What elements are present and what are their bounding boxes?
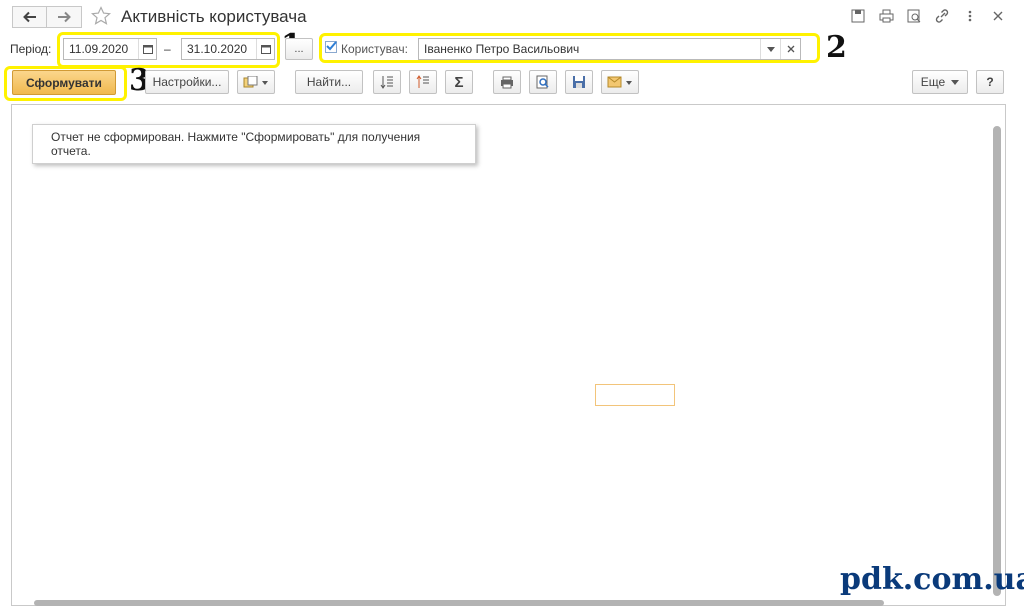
help-button[interactable]: ? (976, 70, 1004, 94)
collapse-groups-button[interactable] (409, 70, 437, 94)
sort-down-icon (380, 76, 393, 89)
user-label: Користувач: (341, 42, 408, 56)
report-status-message: Отчет не сформирован. Нажмите "Сформиров… (32, 124, 476, 164)
chevron-down-icon (951, 79, 960, 85)
print-button[interactable] (493, 70, 521, 94)
report-area[interactable] (11, 104, 1006, 606)
close-icon[interactable] (990, 8, 1006, 24)
link-icon[interactable] (934, 8, 950, 24)
favorite-star-icon[interactable] (90, 6, 112, 29)
back-button[interactable] (12, 6, 48, 28)
more-button[interactable]: Еще (912, 70, 968, 94)
preview-button[interactable] (529, 70, 557, 94)
period-dash: – (164, 42, 171, 56)
print-icon (501, 76, 513, 88)
user-field[interactable]: Іваненко Петро Васильович (418, 38, 801, 60)
send-button[interactable] (601, 70, 639, 94)
vertical-scrollbar[interactable] (993, 126, 1001, 596)
variants-button[interactable] (237, 70, 275, 94)
active-cell[interactable] (595, 384, 675, 406)
preview-icon (536, 75, 549, 89)
sum-button[interactable]: Σ (445, 70, 473, 94)
report-variant-icon (243, 76, 268, 88)
envelope-icon (607, 76, 632, 88)
checkmark-icon (326, 41, 337, 51)
date-to-field[interactable]: 31.10.2020 (181, 38, 275, 60)
save-icon[interactable] (850, 8, 866, 24)
preview-icon[interactable] (906, 8, 922, 24)
generate-button[interactable]: Сформувати (12, 70, 116, 95)
forward-button[interactable] (46, 6, 82, 28)
save-icon (573, 76, 585, 88)
sigma-icon: Σ (454, 73, 464, 91)
window-title: Активність користувача (121, 7, 307, 26)
user-checkbox[interactable] (325, 41, 337, 53)
print-icon[interactable] (878, 8, 894, 24)
clear-icon[interactable] (780, 39, 800, 59)
sort-up-icon (416, 75, 429, 88)
date-from-field[interactable]: 11.09.2020 (63, 38, 157, 60)
find-button[interactable]: Найти... (295, 70, 363, 94)
arrow-right-icon (58, 11, 71, 23)
annotation-2: 2 (826, 30, 847, 65)
settings-button[interactable]: Настройки... (145, 70, 229, 94)
dropdown-icon[interactable] (760, 39, 780, 59)
period-label: Період: (10, 42, 52, 56)
horizontal-scrollbar[interactable] (34, 600, 884, 606)
arrow-left-icon (23, 11, 36, 23)
period-select-button[interactable]: ... (285, 38, 313, 60)
watermark-text: pdk.com.ua (840, 562, 1024, 597)
calendar-icon[interactable] (256, 39, 274, 59)
expand-groups-button[interactable] (373, 70, 401, 94)
calendar-icon[interactable] (138, 39, 156, 59)
save-button[interactable] (565, 70, 593, 94)
more-icon[interactable] (962, 8, 978, 24)
